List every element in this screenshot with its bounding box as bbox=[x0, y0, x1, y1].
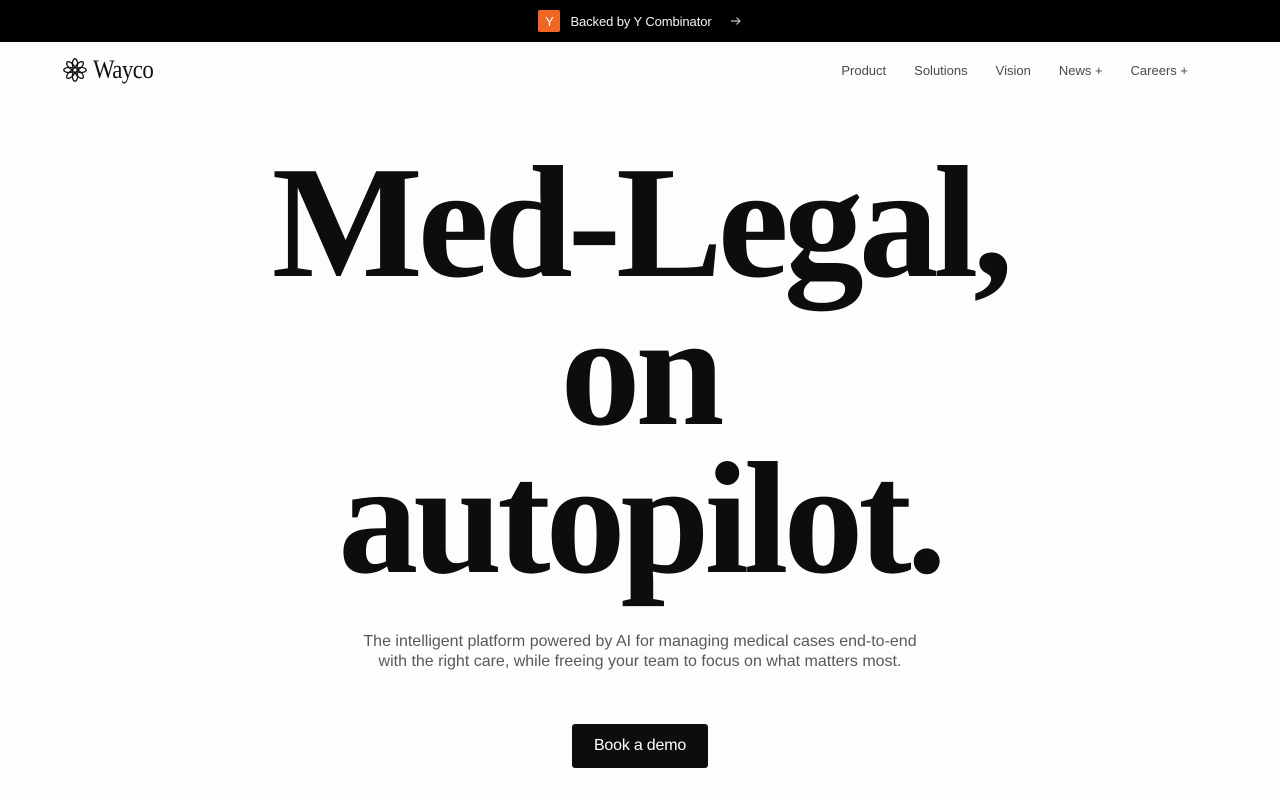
y-combinator-logo-icon: Y bbox=[538, 10, 561, 32]
arrow-right-icon bbox=[730, 17, 741, 25]
flower-logo-icon bbox=[63, 58, 87, 82]
main-nav: Wayco Product Solutions Vision News + Ca… bbox=[0, 42, 1280, 100]
nav-news[interactable]: News + bbox=[1059, 63, 1103, 78]
nav-solutions[interactable]: Solutions bbox=[914, 63, 967, 78]
hero-title-line-1: Med-Legal, bbox=[271, 133, 1013, 311]
nav-vision[interactable]: Vision bbox=[996, 63, 1031, 78]
announcement-text: Backed by Y Combinator bbox=[570, 13, 712, 29]
yc-announcement-link[interactable]: Y Backed by Y Combinator bbox=[538, 10, 741, 32]
announcement-bar: Y Backed by Y Combinator bbox=[0, 0, 1280, 42]
nav-links: Product Solutions Vision News + Careers … bbox=[841, 63, 1188, 78]
brand-home-link[interactable]: Wayco bbox=[63, 57, 162, 83]
book-demo-button[interactable]: Book a demo bbox=[572, 724, 708, 768]
nav-careers[interactable]: Careers + bbox=[1131, 63, 1188, 78]
hero-title-line-3: autopilot. bbox=[338, 429, 946, 607]
hero-subtitle: The intelligent platform powered by AI f… bbox=[363, 633, 917, 670]
hero-title-line-2: on bbox=[560, 281, 725, 459]
hero-title: Med-Legal, on autopilot. bbox=[0, 133, 1280, 607]
nav-product[interactable]: Product bbox=[841, 63, 886, 78]
brand-name: Wayco bbox=[93, 55, 154, 84]
